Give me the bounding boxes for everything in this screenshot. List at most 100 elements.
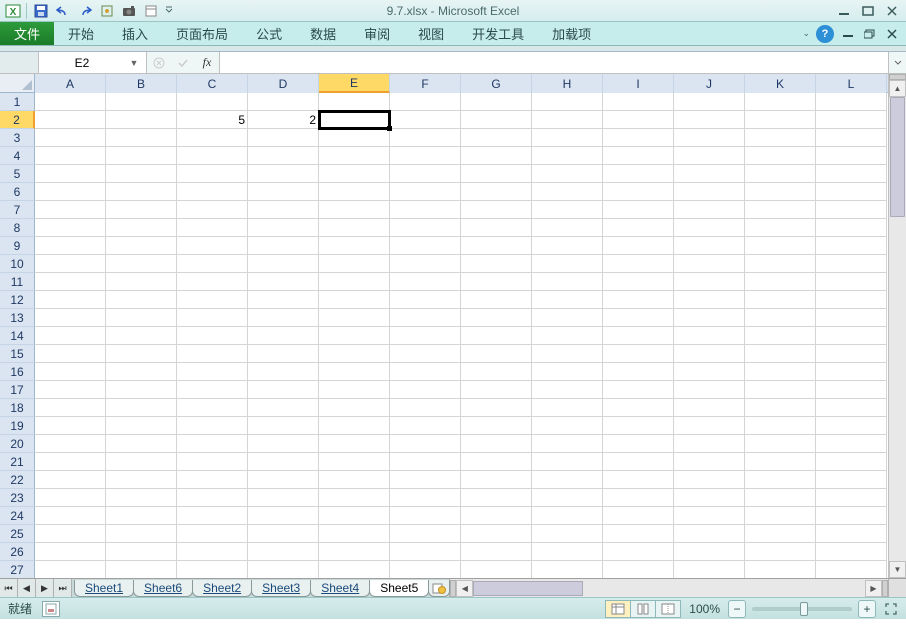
cell-J7[interactable] (674, 201, 745, 219)
row-header-12[interactable]: 12 (0, 291, 35, 309)
cell-L19[interactable] (816, 417, 887, 435)
cell-A15[interactable] (35, 345, 106, 363)
cell-E11[interactable] (319, 273, 390, 291)
cell-L12[interactable] (816, 291, 887, 309)
column-header-D[interactable]: D (248, 74, 319, 93)
cell-D17[interactable] (248, 381, 319, 399)
cell-C20[interactable] (177, 435, 248, 453)
cell-A16[interactable] (35, 363, 106, 381)
cell-D26[interactable] (248, 543, 319, 561)
cell-L25[interactable] (816, 525, 887, 543)
cell-I13[interactable] (603, 309, 674, 327)
tab-developer[interactable]: 开发工具 (458, 22, 538, 45)
cell-L15[interactable] (816, 345, 887, 363)
cell-G24[interactable] (461, 507, 532, 525)
cell-J1[interactable] (674, 93, 745, 111)
cell-F19[interactable] (390, 417, 461, 435)
cell-I5[interactable] (603, 165, 674, 183)
cell-A20[interactable] (35, 435, 106, 453)
cell-F17[interactable] (390, 381, 461, 399)
cell-A5[interactable] (35, 165, 106, 183)
cell-D8[interactable] (248, 219, 319, 237)
cell-L11[interactable] (816, 273, 887, 291)
cell-K24[interactable] (745, 507, 816, 525)
cell-I14[interactable] (603, 327, 674, 345)
cell-I7[interactable] (603, 201, 674, 219)
cell-E16[interactable] (319, 363, 390, 381)
cell-H24[interactable] (532, 507, 603, 525)
cell-E19[interactable] (319, 417, 390, 435)
cell-K21[interactable] (745, 453, 816, 471)
zoom-slider[interactable] (752, 607, 852, 611)
tab-formulas[interactable]: 公式 (242, 22, 296, 45)
cell-L24[interactable] (816, 507, 887, 525)
cell-E13[interactable] (319, 309, 390, 327)
cell-F27[interactable] (390, 561, 461, 578)
cell-C1[interactable] (177, 93, 248, 111)
cell-C15[interactable] (177, 345, 248, 363)
zoom-slider-knob[interactable] (800, 602, 808, 616)
cell-I24[interactable] (603, 507, 674, 525)
cell-D4[interactable] (248, 147, 319, 165)
camera-icon[interactable] (119, 2, 139, 20)
cell-J6[interactable] (674, 183, 745, 201)
column-header-L[interactable]: L (816, 74, 887, 93)
cell-L1[interactable] (816, 93, 887, 111)
cell-F6[interactable] (390, 183, 461, 201)
insert-function-button[interactable]: fx (195, 53, 219, 73)
cell-J23[interactable] (674, 489, 745, 507)
tab-data[interactable]: 数据 (296, 22, 350, 45)
cell-L18[interactable] (816, 399, 887, 417)
cell-J8[interactable] (674, 219, 745, 237)
sheet-nav-next-icon[interactable]: ▶ (36, 579, 54, 597)
row-header-26[interactable]: 26 (0, 543, 35, 561)
cell-B12[interactable] (106, 291, 177, 309)
cell-K25[interactable] (745, 525, 816, 543)
cell-B14[interactable] (106, 327, 177, 345)
cell-L14[interactable] (816, 327, 887, 345)
cell-D3[interactable] (248, 129, 319, 147)
cell-H18[interactable] (532, 399, 603, 417)
cell-H2[interactable] (532, 111, 603, 129)
cell-B23[interactable] (106, 489, 177, 507)
column-header-I[interactable]: I (603, 74, 674, 93)
cell-K26[interactable] (745, 543, 816, 561)
cell-F22[interactable] (390, 471, 461, 489)
help-icon[interactable]: ? (816, 25, 834, 43)
vscroll-thumb[interactable] (890, 97, 905, 217)
cell-B8[interactable] (106, 219, 177, 237)
cell-G9[interactable] (461, 237, 532, 255)
cell-I27[interactable] (603, 561, 674, 578)
cell-A1[interactable] (35, 93, 106, 111)
cell-F1[interactable] (390, 93, 461, 111)
cell-K12[interactable] (745, 291, 816, 309)
cell-L26[interactable] (816, 543, 887, 561)
row-header-13[interactable]: 13 (0, 309, 35, 327)
cell-A9[interactable] (35, 237, 106, 255)
cell-D10[interactable] (248, 255, 319, 273)
cell-K18[interactable] (745, 399, 816, 417)
cell-A7[interactable] (35, 201, 106, 219)
cell-L8[interactable] (816, 219, 887, 237)
scroll-right-icon[interactable]: ▶ (865, 580, 882, 597)
row-header-7[interactable]: 7 (0, 201, 35, 219)
cell-I18[interactable] (603, 399, 674, 417)
excel-logo-icon[interactable]: X (4, 2, 22, 20)
cell-A10[interactable] (35, 255, 106, 273)
cell-I19[interactable] (603, 417, 674, 435)
cell-L20[interactable] (816, 435, 887, 453)
cell-C18[interactable] (177, 399, 248, 417)
cell-L16[interactable] (816, 363, 887, 381)
cell-B5[interactable] (106, 165, 177, 183)
cell-F25[interactable] (390, 525, 461, 543)
cell-J4[interactable] (674, 147, 745, 165)
cell-B7[interactable] (106, 201, 177, 219)
tab-view[interactable]: 视图 (404, 22, 458, 45)
cell-B20[interactable] (106, 435, 177, 453)
cell-D11[interactable] (248, 273, 319, 291)
cell-D23[interactable] (248, 489, 319, 507)
cell-H23[interactable] (532, 489, 603, 507)
cell-G23[interactable] (461, 489, 532, 507)
cell-L9[interactable] (816, 237, 887, 255)
cell-A17[interactable] (35, 381, 106, 399)
